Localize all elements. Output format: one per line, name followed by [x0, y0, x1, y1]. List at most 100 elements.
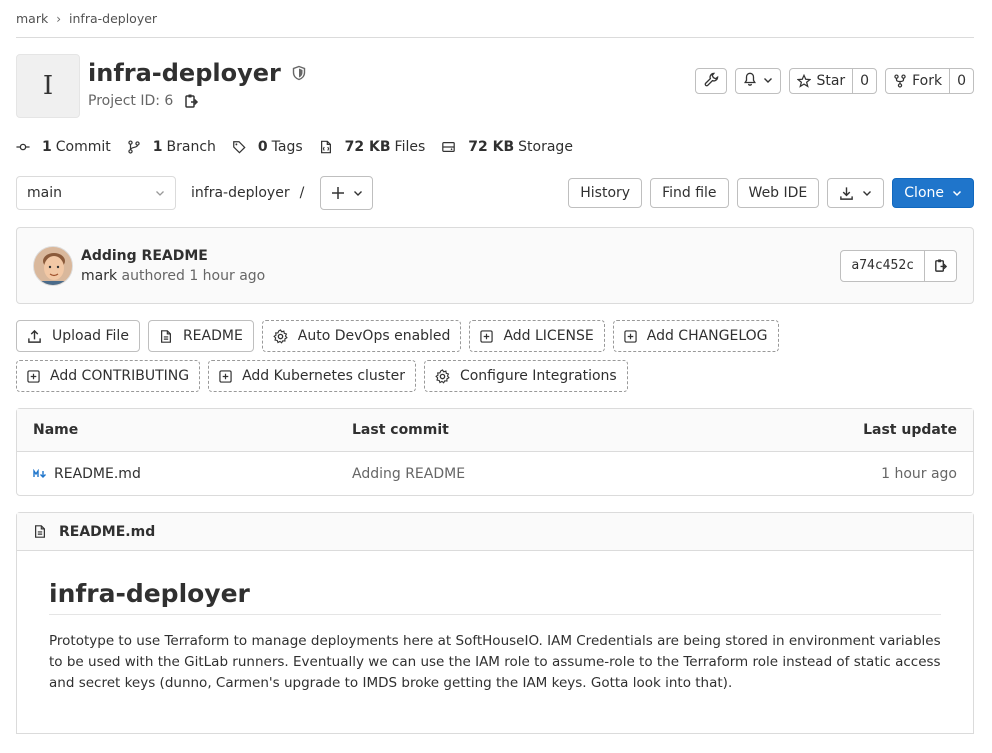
project-stats: 1 Commit 1 Branch 0 Tags 72 KB Files 72 … — [16, 137, 974, 157]
commit-author[interactable]: mark — [81, 268, 117, 284]
tree-path-project[interactable]: infra-deployer — [191, 185, 290, 201]
branches-count: 1 — [152, 139, 163, 155]
star-label: Star — [816, 73, 846, 89]
clone-button[interactable]: Clone — [892, 178, 974, 208]
commits-label: Commit — [55, 139, 111, 155]
upload-file-label: Upload File — [52, 328, 129, 344]
copy-sha-button[interactable] — [924, 250, 956, 281]
breadcrumb: mark › infra-deployer — [16, 0, 974, 38]
readme-content: infra-deployer Prototype to use Terrafor… — [17, 551, 973, 694]
tag-icon — [232, 140, 252, 154]
plus-square-icon — [624, 329, 642, 343]
file-icon — [319, 140, 339, 154]
upload-file-button[interactable]: Upload File — [16, 320, 140, 352]
stat-storage[interactable]: 72 KB Storage — [441, 139, 573, 155]
web-ide-button[interactable]: Web IDE — [736, 178, 820, 208]
settings-button[interactable] — [695, 68, 728, 94]
chevron-down-icon — [155, 188, 165, 198]
settings-icon — [273, 328, 293, 344]
add-license-label: Add LICENSE — [503, 328, 594, 344]
commit-sha[interactable]: a74c452c — [841, 251, 924, 281]
file-name-link[interactable]: README.md — [54, 466, 141, 482]
project-header: I infra-deployer Project ID: 6 Star 0 Fo… — [16, 54, 974, 118]
add-contributing-button[interactable]: Add CONTRIBUTING — [16, 360, 201, 392]
storage-label: Storage — [518, 139, 573, 155]
upload-icon — [27, 329, 47, 344]
add-kubernetes-cluster-label: Add Kubernetes cluster — [242, 368, 405, 384]
history-button[interactable]: History — [568, 178, 643, 208]
last-commit-box: Adding README mark authored 1 hour ago a… — [16, 227, 974, 304]
chevron-down-icon — [763, 73, 773, 89]
path-separator: / — [299, 185, 305, 201]
plus-square-icon — [480, 329, 498, 343]
commit-meta: authored 1 hour ago — [121, 267, 266, 284]
commits-count: 1 — [42, 139, 52, 155]
readme-panel: README.md infra-deployer Prototype to us… — [16, 512, 974, 734]
add-kubernetes-cluster-button[interactable]: Add Kubernetes cluster — [208, 360, 416, 392]
files-table: Name Last commit Last update README.md A… — [16, 408, 974, 496]
chevron-down-icon — [952, 188, 962, 198]
readme-header: README.md — [17, 513, 973, 551]
readme-heading: infra-deployer — [49, 579, 941, 615]
file-last-update: 1 hour ago — [881, 465, 957, 482]
branch-selector-value: main — [27, 185, 62, 201]
plus-square-icon — [27, 369, 45, 383]
file-icon — [33, 524, 53, 539]
add-license-button[interactable]: Add LICENSE — [469, 320, 605, 352]
column-header-last-commit: Last commit — [352, 422, 449, 438]
commit-icon — [16, 140, 36, 154]
breadcrumb-item-user[interactable]: mark — [16, 11, 48, 26]
settings-icon — [435, 368, 455, 384]
fork-label: Fork — [912, 73, 943, 89]
readme-label: README — [182, 328, 243, 344]
fork-count[interactable]: 0 — [949, 69, 973, 93]
download-button[interactable] — [827, 178, 885, 208]
plus-square-icon — [219, 369, 237, 383]
copy-icon — [933, 258, 948, 273]
stat-files[interactable]: 72 KB Files — [319, 139, 426, 155]
files-label: Files — [394, 139, 426, 155]
storage-size: 72 KB — [468, 139, 515, 155]
avatar[interactable] — [33, 245, 73, 286]
clone-label: Clone — [904, 185, 944, 201]
add-to-tree-button[interactable] — [320, 176, 374, 210]
project-id: Project ID: 6 — [88, 93, 174, 109]
branch-icon — [127, 140, 147, 154]
file-last-commit[interactable]: Adding README — [352, 466, 757, 482]
fork-button[interactable]: Fork 0 — [885, 68, 974, 94]
auto-devops-label: Auto DevOps enabled — [297, 328, 451, 344]
breadcrumb-item-project[interactable]: infra-deployer — [69, 11, 157, 26]
star-button[interactable]: Star 0 — [789, 68, 878, 94]
add-changelog-label: Add CHANGELOG — [646, 328, 768, 344]
configure-integrations-label: Configure Integrations — [459, 368, 617, 384]
auto-devops-button[interactable]: Auto DevOps enabled — [261, 320, 462, 352]
stat-commits[interactable]: 1 Commit — [16, 139, 111, 155]
tree-controls: main infra-deployer / History Find file — [16, 176, 974, 210]
project-avatar[interactable]: I — [16, 54, 80, 118]
project-page: mark › infra-deployer I infra-deployer P… — [0, 0, 992, 753]
column-header-name: Name — [33, 422, 79, 438]
file-icon — [159, 329, 178, 344]
stat-branches[interactable]: 1 Branch — [127, 139, 216, 155]
commit-title[interactable]: Adding README — [81, 248, 265, 264]
branch-selector[interactable]: main — [16, 176, 176, 210]
find-file-button[interactable]: Find file — [650, 178, 729, 208]
fork-icon — [893, 74, 907, 88]
download-icon — [839, 186, 854, 201]
table-row[interactable]: README.md Adding README 1 hour ago — [17, 452, 973, 495]
bell-icon — [743, 72, 757, 90]
stat-tags[interactable]: 0 Tags — [232, 139, 303, 155]
files-size: 72 KB — [344, 139, 391, 155]
copy-icon[interactable] — [183, 93, 199, 109]
markdown-icon — [33, 468, 47, 479]
chevron-right-icon: › — [56, 11, 62, 26]
readme-file-name[interactable]: README.md — [59, 524, 155, 540]
configure-integrations-button[interactable]: Configure Integrations — [423, 360, 628, 392]
commit-sha-group: a74c452c — [840, 249, 957, 282]
add-contributing-label: Add CONTRIBUTING — [50, 368, 190, 384]
notification-button[interactable] — [735, 68, 782, 94]
add-changelog-button[interactable]: Add CHANGELOG — [612, 320, 779, 352]
star-count[interactable]: 0 — [852, 69, 876, 93]
tags-label: Tags — [271, 139, 303, 155]
readme-button[interactable]: README — [147, 320, 254, 352]
